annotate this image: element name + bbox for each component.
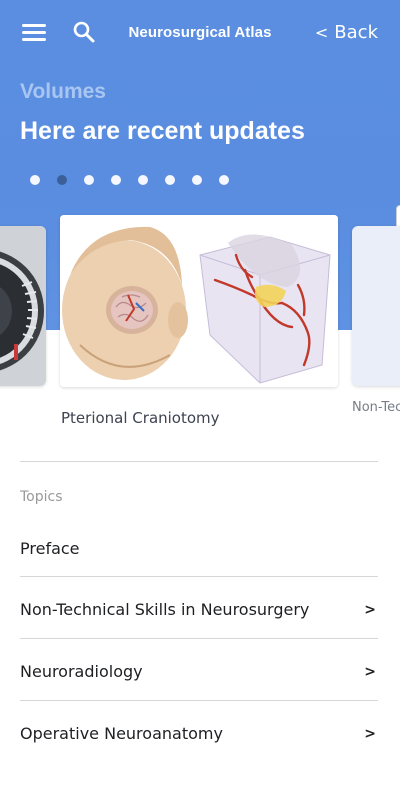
topic-label: Non-Technical Skills in Neurosurgery [20, 600, 310, 619]
top-bar: Neurosurgical Atlas < Back [0, 0, 400, 64]
carousel-card-previous[interactable] [0, 226, 46, 386]
pagination-dot[interactable] [84, 175, 94, 185]
pagination-dot[interactable] [30, 175, 40, 185]
list-divider [20, 638, 378, 639]
carousel-card-next[interactable] [352, 226, 400, 386]
pagination-dot[interactable] [192, 175, 202, 185]
topic-label: Preface [20, 539, 80, 558]
topics-section-label: Topics [20, 489, 63, 505]
hero-headline: Here are recent updates [20, 117, 305, 145]
back-label: Back [334, 22, 378, 43]
pagination-dot[interactable] [219, 175, 229, 185]
chevron-right-icon: > [364, 726, 376, 742]
topic-label: Neuroradiology [20, 662, 143, 681]
back-button[interactable]: < Back [315, 22, 378, 43]
pagination-dot[interactable] [165, 175, 175, 185]
pagination-dot-active[interactable] [57, 175, 67, 185]
section-divider [20, 461, 378, 462]
topic-label: Operative Neuroanatomy [20, 724, 223, 743]
carousel-card-pterional-craniotomy[interactable] [60, 215, 338, 387]
list-divider [20, 700, 378, 701]
topic-item-neuroradiology[interactable]: Neuroradiology > [20, 649, 378, 711]
list-divider [20, 576, 378, 577]
chevron-right-icon: > [364, 602, 376, 618]
pagination-dot[interactable] [111, 175, 121, 185]
chevron-left-icon: < [314, 23, 329, 42]
topic-item-non-technical-skills[interactable]: Non-Technical Skills in Neurosurgery > [20, 587, 378, 649]
section-eyebrow: Volumes [20, 80, 106, 103]
pagination-dot[interactable] [138, 175, 148, 185]
card-title-next[interactable]: Non-Tec [352, 400, 400, 415]
chevron-right-icon: > [364, 664, 376, 680]
pterional-craniotomy-illustration [60, 215, 338, 387]
dial-illustration [0, 226, 46, 386]
topic-item-preface[interactable]: Preface [20, 525, 378, 587]
topic-item-operative-neuroanatomy[interactable]: Operative Neuroanatomy > [20, 711, 378, 773]
card-title-pterional[interactable]: Pterional Craniotomy [61, 409, 220, 427]
